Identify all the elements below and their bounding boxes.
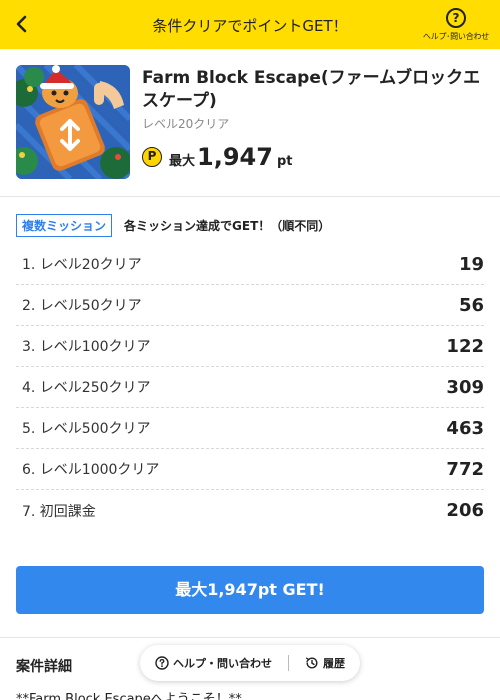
- mission-label: 7. 初回課金: [22, 503, 96, 520]
- mission-points: 309: [446, 376, 484, 398]
- floating-history-button[interactable]: 履歴: [305, 655, 345, 671]
- mission-item: 6. レベル1000クリア 772: [16, 449, 484, 490]
- mission-list: 1. レベル20クリア 19 2. レベル50クリア 56 3. レベル100ク…: [16, 244, 484, 531]
- help-button[interactable]: ? ヘルプ･問い合わせ: [420, 8, 492, 44]
- mission-points: 19: [458, 253, 484, 275]
- mission-label: 3. レベル100クリア: [22, 339, 151, 355]
- section-divider: [0, 637, 500, 638]
- question-circle-icon: [155, 656, 169, 670]
- app-icon: [16, 65, 130, 179]
- mission-item: 5. レベル500クリア 463: [16, 408, 484, 449]
- mission-points: 772: [446, 458, 484, 480]
- app-artwork-image: [16, 65, 130, 179]
- help-label: ヘルプ･問い合わせ: [422, 32, 490, 41]
- mission-item: 3. レベル100クリア 122: [16, 326, 484, 367]
- app-info-section: Farm Block Escape(ファームブロックエスケープ) レベル20クリ…: [0, 49, 500, 197]
- mission-header: 複数ミッション 各ミッション達成でGET！（順不同）: [16, 214, 330, 237]
- mission-label: 1. レベル20クリア: [22, 257, 142, 273]
- details-body: **Farm Block Escapeへようこそ！**: [16, 692, 242, 700]
- reward-value: 1,947: [197, 143, 273, 171]
- mission-description: 各ミッション達成でGET！（順不同）: [124, 219, 331, 233]
- reward-unit: pt: [276, 154, 293, 169]
- mission-item: 7. 初回課金 206: [16, 490, 484, 531]
- history-icon: [305, 657, 318, 669]
- app-condition: レベル20クリア: [142, 117, 230, 131]
- app-name: Farm Block Escape(ファームブロックエスケープ): [142, 68, 481, 111]
- point-coin-icon: P: [142, 147, 162, 167]
- mission-points: 122: [446, 335, 484, 357]
- mission-item: 2. レベル50クリア 56: [16, 285, 484, 326]
- reward-prefix: 最大: [169, 154, 196, 169]
- floating-help-label: ヘルプ・問い合わせ: [173, 657, 272, 670]
- mission-label: 6. レベル1000クリア: [22, 462, 160, 478]
- mission-label: 4. レベル250クリア: [22, 380, 151, 396]
- mission-points: 463: [446, 417, 484, 439]
- mission-label: 2. レベル50クリア: [22, 298, 142, 314]
- question-icon: ?: [446, 8, 466, 28]
- mission-item: 1. レベル20クリア 19: [16, 244, 484, 285]
- floating-history-label: 履歴: [323, 657, 345, 670]
- reward-summary: P 最大 1,947 pt: [142, 143, 292, 171]
- mission-points: 206: [446, 500, 484, 521]
- pill-separator: [288, 655, 289, 671]
- floating-help-button[interactable]: ヘルプ・問い合わせ: [155, 655, 272, 671]
- details-title: 案件詳細: [16, 659, 72, 675]
- mission-item: 4. レベル250クリア 309: [16, 367, 484, 408]
- mission-type-badge: 複数ミッション: [16, 214, 113, 237]
- mission-label: 5. レベル500クリア: [22, 421, 151, 437]
- mission-points: 56: [458, 294, 484, 316]
- floating-action-bar: ヘルプ・問い合わせ 履歴: [140, 645, 360, 681]
- get-points-button[interactable]: 最大1,947pt GET!: [16, 566, 484, 614]
- top-bar: 条件クリアでポイントGET！ ? ヘルプ･問い合わせ: [0, 0, 500, 49]
